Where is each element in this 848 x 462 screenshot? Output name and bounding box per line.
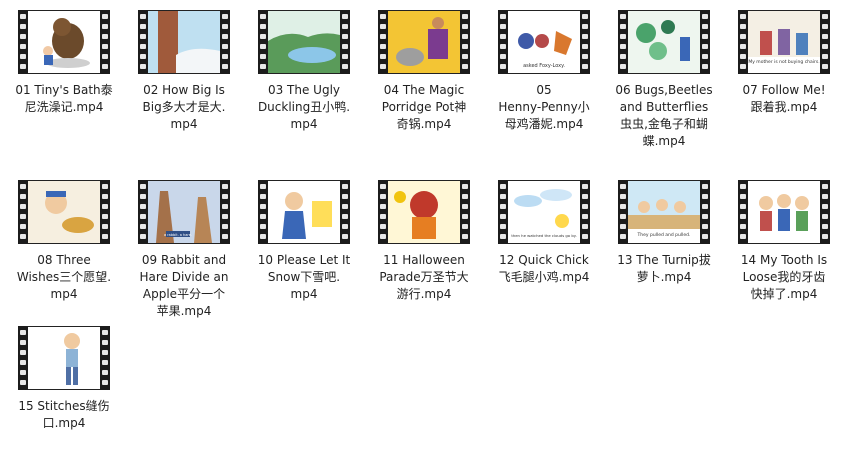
family-room-icon: My mother is not buying chairs. [748, 11, 820, 73]
file-item-08[interactable]: 08 Three Wishes三个愿望. mp4 [4, 180, 124, 303]
file-item-12[interactable]: then he watched the clouds go by. 12 Qui… [484, 180, 604, 286]
video-thumbnail[interactable] [258, 10, 350, 74]
file-item-06[interactable]: 06 Bugs,Beetles and Butterflies 虫虫,金龟子和蝴 蝶.… [604, 10, 724, 150]
video-thumbnail[interactable] [378, 10, 470, 74]
tree-sky-icon [148, 11, 220, 73]
file-name-label: 04 The Magic Porridge Pot神 奇锅.mp4 [381, 83, 467, 131]
file-name-label: 09 Rabbit and Hare Divide an Apple平分一个 苹果.m… [139, 253, 229, 318]
file-name-label: 02 How Big Is Big多大才是大. mp4 [142, 83, 226, 131]
file-item-11[interactable]: 11 Halloween Parade万圣节大 游行.mp4 [364, 180, 484, 303]
svg-text:They pulled and pulled.: They pulled and pulled. [637, 232, 691, 238]
video-thumbnail[interactable] [738, 180, 830, 244]
old-man-icon [28, 181, 100, 243]
svg-text:asked Foxy-Loxy.: asked Foxy-Loxy. [523, 63, 565, 69]
file-item-15[interactable]: 15 Stitches缝伤 口.mp4 [4, 326, 124, 432]
video-thumbnail[interactable] [378, 180, 470, 244]
svg-text:a rabbit. a hare.: a rabbit. a hare. [164, 233, 192, 237]
file-name-label: 11 Halloween Parade万圣节大 游行.mp4 [379, 253, 469, 301]
bear-boy-icon [28, 11, 100, 73]
svg-text:My mother is not buying chairs: My mother is not buying chairs. [748, 59, 819, 65]
file-name-label: 03 The Ugly Duckling丑小鸭. mp4 [257, 83, 351, 131]
video-thumbnail[interactable] [138, 10, 230, 74]
video-thumbnail[interactable]: asked Foxy-Loxy. [498, 10, 590, 74]
file-item-14[interactable]: 14 My Tooth Is Loose我的牙齿 快掉了.mp4 [724, 180, 844, 303]
file-item-01[interactable]: 01 Tiny's Bath泰 尼洗澡记.mp4 [4, 10, 124, 116]
file-name-label: 01 Tiny's Bath泰 尼洗澡记.mp4 [15, 83, 113, 114]
video-thumbnail[interactable]: They pulled and pulled. [618, 180, 710, 244]
hen-fox-icon: asked Foxy-Loxy. [508, 11, 580, 73]
file-item-02[interactable]: 02 How Big Is Big多大才是大. mp4 [124, 10, 244, 133]
file-name-label: 10 Please Let It Snow下雪吧. mp4 [257, 253, 351, 301]
file-item-05[interactable]: asked Foxy-Loxy. 05 Henny-Penny小 母鸡潘妮.mp4 [484, 10, 604, 133]
turnip-pull-icon: They pulled and pulled. [628, 181, 700, 243]
file-name-label: 13 The Turnip拔 萝卜.mp4 [617, 253, 711, 284]
file-name-label: 14 My Tooth Is Loose我的牙齿 快掉了.mp4 [740, 253, 828, 301]
rabbit-hare-icon: a rabbit. a hare. [148, 181, 220, 243]
file-name-label: 06 Bugs,Beetles and Butterflies 虫虫,金龟子和蝴 蝶.… [615, 83, 713, 148]
costume-kids-icon [388, 181, 460, 243]
pond-landscape-icon [268, 11, 340, 73]
bugs-leaves-icon [628, 11, 700, 73]
video-thumbnail[interactable]: a rabbit. a hare. [138, 180, 230, 244]
file-item-10[interactable]: 10 Please Let It Snow下雪吧. mp4 [244, 180, 364, 303]
video-thumbnail[interactable] [618, 10, 710, 74]
video-thumbnail[interactable] [18, 10, 110, 74]
video-thumbnail[interactable] [18, 180, 110, 244]
video-thumbnail[interactable] [18, 326, 110, 390]
file-name-label: 08 Three Wishes三个愿望. mp4 [16, 253, 112, 301]
file-name-label: 05 Henny-Penny小 母鸡潘妮.mp4 [498, 83, 590, 131]
video-thumbnail[interactable]: My mother is not buying chairs. [738, 10, 830, 74]
file-name-label: 12 Quick Chick 飞毛腿小鸡.mp4 [498, 253, 590, 284]
chick-clouds-icon: then he watched the clouds go by. [508, 181, 580, 243]
file-item-13[interactable]: They pulled and pulled. 13 The Turnip拔 萝卜… [604, 180, 724, 286]
file-name-label: 15 Stitches缝伤 口.mp4 [18, 399, 110, 430]
file-grid: 01 Tiny's Bath泰 尼洗澡记.mp4 02 How Big Is Big… [0, 0, 848, 462]
girl-window-icon [268, 181, 340, 243]
file-item-03[interactable]: 03 The Ugly Duckling丑小鸭. mp4 [244, 10, 364, 133]
svg-text:then he watched the clouds go: then he watched the clouds go by. [511, 233, 576, 238]
kids-group-icon [748, 181, 820, 243]
file-name-label: 07 Follow Me! 跟着我.mp4 [742, 83, 826, 114]
video-thumbnail[interactable] [258, 180, 350, 244]
file-item-09[interactable]: a rabbit. a hare. 09 Rabbit and Hare Divi… [124, 180, 244, 320]
boy-standing-icon [28, 327, 100, 389]
file-item-07[interactable]: My mother is not buying chairs. 07 Follo… [724, 10, 844, 116]
cooking-woman-icon [388, 11, 460, 73]
video-thumbnail[interactable]: then he watched the clouds go by. [498, 180, 590, 244]
file-item-04[interactable]: 04 The Magic Porridge Pot神 奇锅.mp4 [364, 10, 484, 133]
